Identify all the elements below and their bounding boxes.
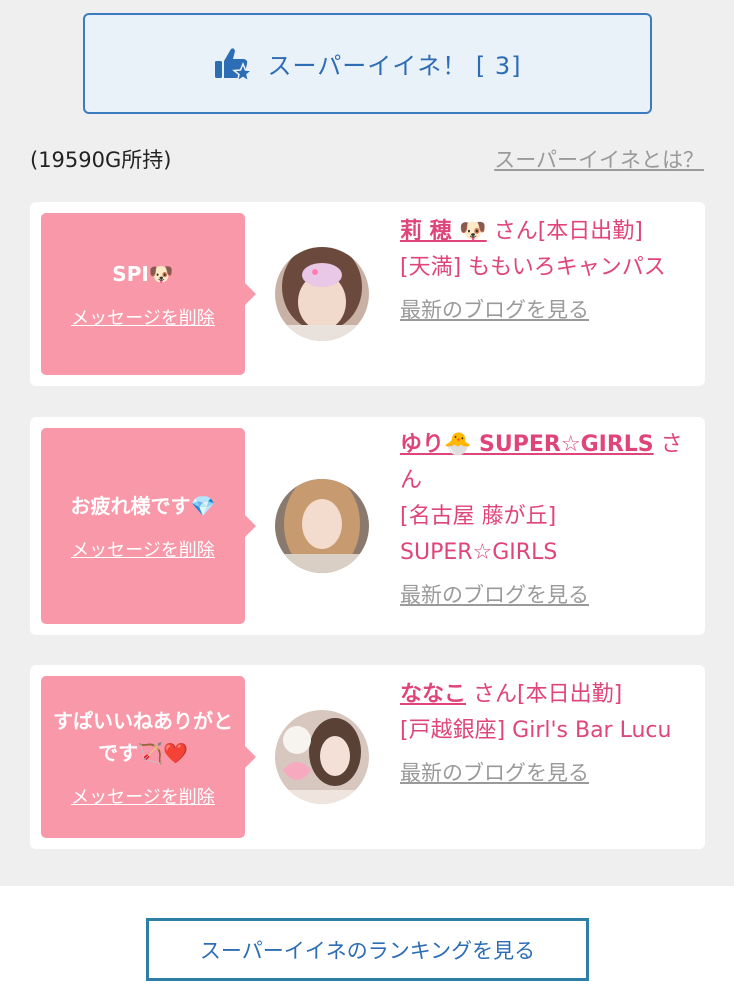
message-text: お疲れ様です💎 [70,494,216,518]
owned-points: (19590G所持) [30,148,172,172]
delete-message-link[interactable]: メッセージを削除 [71,783,215,809]
message-bubble: すぱいいねありがとです🏹❤️ メッセージを削除 [41,676,256,838]
message-text: すぱいいねありがとです🏹❤️ [53,709,233,765]
delete-message-link[interactable]: メッセージを削除 [71,536,215,562]
super-like-ranking-button[interactable]: スーパーイイネのランキングを見る [146,918,589,981]
girl-name-link[interactable]: ゆり🐣 SUPER☆GIRLS [400,432,654,457]
san-suffix: さん [466,682,518,707]
thumbs-up-star-icon [215,47,254,83]
status-text: [本日出勤] [517,682,623,707]
super-like-label: スーパーイイネ！ [ 3] [267,52,522,80]
latest-blog-link[interactable]: 最新のブログを見る [400,292,690,328]
super-like-button[interactable]: スーパーイイネ！ [ 3] [83,13,652,114]
avatar[interactable] [275,710,369,804]
avatar[interactable] [275,479,369,573]
girl-info: 莉 穂 🐶 さん[本日出勤] [天満] ももいろキャンパス 最新のブログを見る [400,214,690,328]
shop-text: [名古屋 藤が丘] SUPER☆GIRLS [400,504,558,565]
shop-text: [戸越銀座] Girl's Bar Lucu [400,718,672,743]
latest-blog-link[interactable]: 最新のブログを見る [400,577,690,613]
status-text: [本日出勤] [537,219,643,244]
super-like-card: SPI🐶 メッセージを削除 莉 穂 🐶 さん[本日出勤] [天満] ももいろキャ… [30,202,705,386]
message-bubble: SPI🐶 メッセージを削除 [41,213,256,375]
san-suffix: さん [486,219,538,244]
girl-name-link[interactable]: 莉 穂 🐶 [400,219,487,244]
message-bubble: お疲れ様です💎 メッセージを削除 [41,428,256,624]
latest-blog-link[interactable]: 最新のブログを見る [400,755,690,791]
shop-text: [天満] ももいろキャンパス [400,255,666,280]
avatar[interactable] [275,247,369,341]
message-text: SPI🐶 [112,262,174,286]
about-super-like-link[interactable]: スーパーイイネとは？ [494,144,704,174]
super-like-card: すぱいいねありがとです🏹❤️ メッセージを削除 ななこ さん[本日出勤] [戸越… [30,665,705,849]
super-like-card: お疲れ様です💎 メッセージを削除 ゆり🐣 SUPER☆GIRLS さん [名古屋… [30,417,705,635]
girl-info: ゆり🐣 SUPER☆GIRLS さん [名古屋 藤が丘] SUPER☆GIRLS… [400,427,690,613]
girl-info: ななこ さん[本日出勤] [戸越銀座] Girl's Bar Lucu 最新のブ… [400,677,690,791]
delete-message-link[interactable]: メッセージを削除 [71,304,215,330]
girl-name-link[interactable]: ななこ [400,682,466,707]
